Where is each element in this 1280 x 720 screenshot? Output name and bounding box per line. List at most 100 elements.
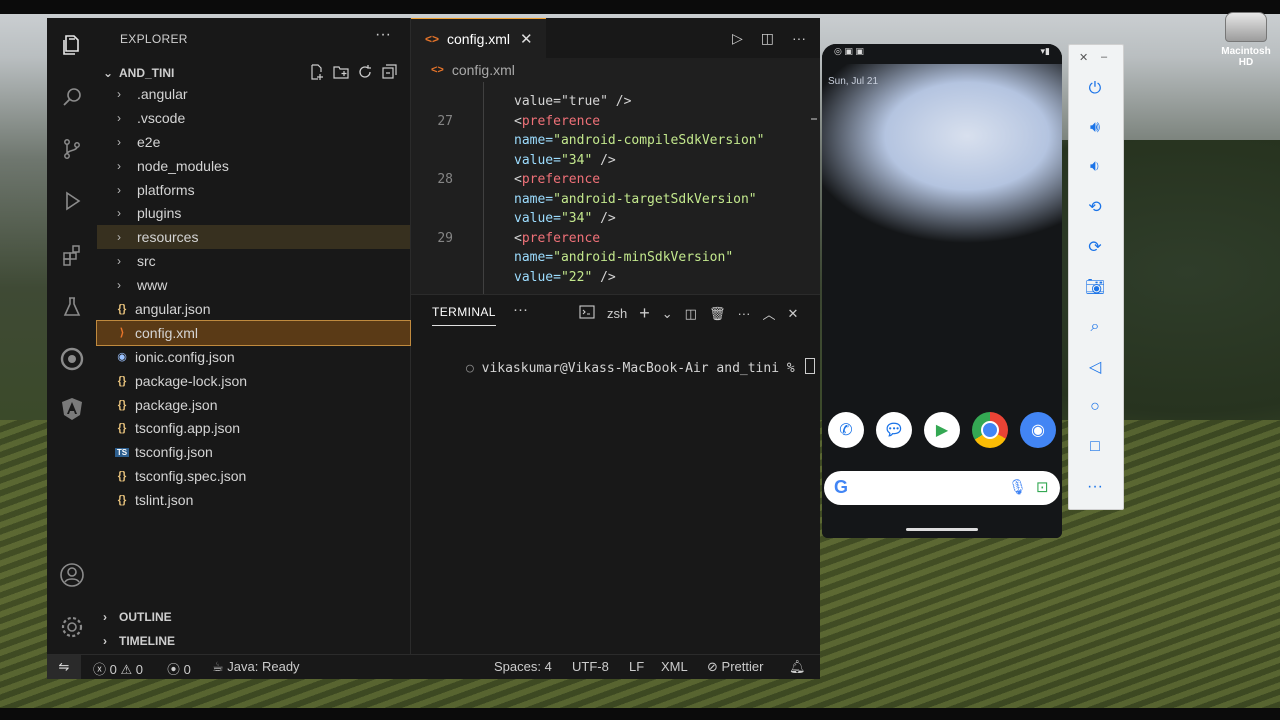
chevron-down-icon[interactable]: ⌄ [662,306,673,322]
tree-file[interactable]: {} tslint.json [97,488,410,512]
editor-area: <> config.xml ✕ ▷ ◫ ··· <> config.xml va… [411,18,820,294]
new-file-icon[interactable] [309,64,325,80]
tree-file[interactable]: {} tsconfig.app.json [97,416,410,440]
panel-more-icon[interactable]: ··· [737,306,750,321]
warning-icon: ⚠ [120,662,133,677]
explorer-actions [309,64,397,80]
trash-icon[interactable]: 🗑 [709,306,726,322]
maximize-panel-icon[interactable]: ︿ [762,304,775,323]
new-terminal-icon[interactable]: + [639,303,650,324]
volume-down-icon[interactable]: 🔉︎ [1083,155,1107,179]
source-control-icon[interactable] [59,136,85,162]
eol-status[interactable]: LF [629,659,644,674]
code-editor[interactable]: value="true" /> 27 <preference name="androi… [411,82,811,294]
run-debug-icon[interactable] [59,188,85,214]
terminal-shell-label[interactable]: zsh [607,306,627,321]
explorer-files-icon[interactable] [59,32,85,58]
chrome-app-icon[interactable] [972,412,1008,448]
volume-up-icon[interactable]: 🔊︎ [1083,116,1107,140]
tree-folder[interactable]: › e2e [97,130,410,154]
google-lens-icon[interactable]: ⊡ [1036,478,1049,496]
phone-app-icon[interactable]: ✆ [828,412,864,448]
workspace-root-folder[interactable]: ⌄ AND_TINI [103,62,403,84]
rotate-left-icon[interactable]: ⟲ [1083,195,1107,219]
more-actions-icon[interactable]: ··· [375,26,391,44]
google-search-bar[interactable]: G 🎙︎ ⊡ [824,471,1060,505]
android-emulator-screen[interactable]: ◎ ▣ ▣ ▾▮ Sun, Jul 21 ✆ 💬︎ ▶ ◉ G 🎙︎ ⊡ [822,44,1062,538]
json-file-icon: {} [117,494,127,507]
tree-file[interactable]: ◉ ionic.config.json [97,345,410,369]
close-icon[interactable]: ✕ [520,30,533,48]
tree-file[interactable]: {} package.json [97,393,410,417]
messages-app-icon[interactable]: 💬︎ [876,412,912,448]
camera-app-icon[interactable]: ◉ [1020,412,1056,448]
code-token: "android-compileSdkVersion" [553,133,765,148]
tree-file[interactable]: {} package-lock.json [97,369,410,393]
chevron-right-icon: › [103,634,107,648]
macintosh-hd-disk[interactable]: Macintosh HD [1216,12,1276,68]
search-icon[interactable] [59,84,85,110]
code-text: value="true" /> [514,92,631,112]
split-terminal-icon[interactable]: ◫ [685,306,697,322]
new-folder-icon[interactable] [333,64,349,80]
timeline-section[interactable]: › TIMELINE [103,630,175,652]
java-status[interactable]: ☕ Java: Ready [212,659,300,675]
chevron-down-icon: ⌄ [103,66,114,80]
home-icon[interactable]: ○ [1083,395,1107,419]
tree-file[interactable]: TS tsconfig.json [97,440,410,464]
notifications-bell-icon[interactable]: 🔔︎ [789,659,806,675]
editor-scrollbar[interactable] [811,118,817,120]
tree-item-label: node_modules [137,157,229,174]
more-options-icon[interactable]: ··· [1083,475,1107,499]
tree-folder[interactable]: › www [97,273,410,297]
tree-folder[interactable]: › platforms [97,178,410,202]
microphone-icon[interactable]: 🎙︎ [1008,478,1027,496]
account-icon[interactable] [59,562,85,588]
close-panel-icon[interactable]: ✕ [787,306,798,322]
tree-folder[interactable]: › resources [97,225,410,250]
power-icon[interactable]: ⏻ [1083,77,1107,101]
more-actions-icon[interactable]: ··· [792,30,806,47]
notification-icons: ◎ ▣ ▣ [834,46,864,56]
tree-file[interactable]: {} angular.json [97,297,410,321]
language-mode-status[interactable]: XML [661,659,688,674]
tree-folder[interactable]: › node_modules [97,154,410,178]
minimize-icon[interactable]: – [1101,51,1107,63]
settings-gear-icon[interactable] [59,614,85,640]
outline-section[interactable]: › OUTLINE [103,606,172,628]
problems-status[interactable]: ⓧ 0 ⚠ 0 [93,659,143,678]
panel-more-icon[interactable]: ··· [513,301,528,318]
testing-flask-icon[interactable] [59,294,85,320]
close-icon[interactable]: ✕ [1079,51,1088,64]
prettier-status[interactable]: ⊘ Prettier [707,659,763,675]
tree-folder[interactable]: › src [97,249,410,273]
angular-icon[interactable] [59,396,85,422]
remote-indicator-icon[interactable]: ⇋ [47,655,81,679]
terminal-line[interactable]: ○ vikaskumar@Vikass-MacBook-Air and_tini… [419,343,815,391]
extensions-icon[interactable] [59,242,85,268]
zoom-icon[interactable]: ⌕ [1083,315,1107,339]
play-store-app-icon[interactable]: ▶ [924,412,960,448]
tree-folder[interactable]: › .angular [97,82,410,106]
tree-folder[interactable]: › plugins [97,201,410,225]
encoding-status[interactable]: UTF-8 [572,659,609,674]
overview-icon[interactable]: □ [1083,435,1107,459]
tab-config-xml[interactable]: <> config.xml ✕ [411,18,546,59]
tree-file[interactable]: {} tsconfig.spec.json [97,464,410,488]
collapse-all-icon[interactable] [381,64,397,80]
code-token: "android-minSdkVersion" [553,250,734,265]
run-play-icon[interactable]: ▷ [732,30,743,47]
rotate-right-icon[interactable]: ⟳ [1083,235,1107,259]
tree-folder[interactable]: › .vscode [97,106,410,130]
refresh-icon[interactable] [357,64,373,80]
screenshot-camera-icon[interactable]: 📷︎ [1083,275,1107,299]
gesture-home-bar[interactable] [906,528,978,531]
tree-file[interactable]: ⟩ config.xml [96,319,411,346]
ionic-icon[interactable] [59,346,85,372]
breadcrumb[interactable]: <> config.xml [431,62,515,78]
ports-status[interactable]: ⦿ 0 [167,659,191,678]
back-icon[interactable]: ◁ [1083,355,1107,379]
tab-terminal[interactable]: TERMINAL [432,305,496,326]
indentation-status[interactable]: Spaces: 4 [494,659,552,674]
split-editor-icon[interactable]: ◫ [761,30,774,47]
